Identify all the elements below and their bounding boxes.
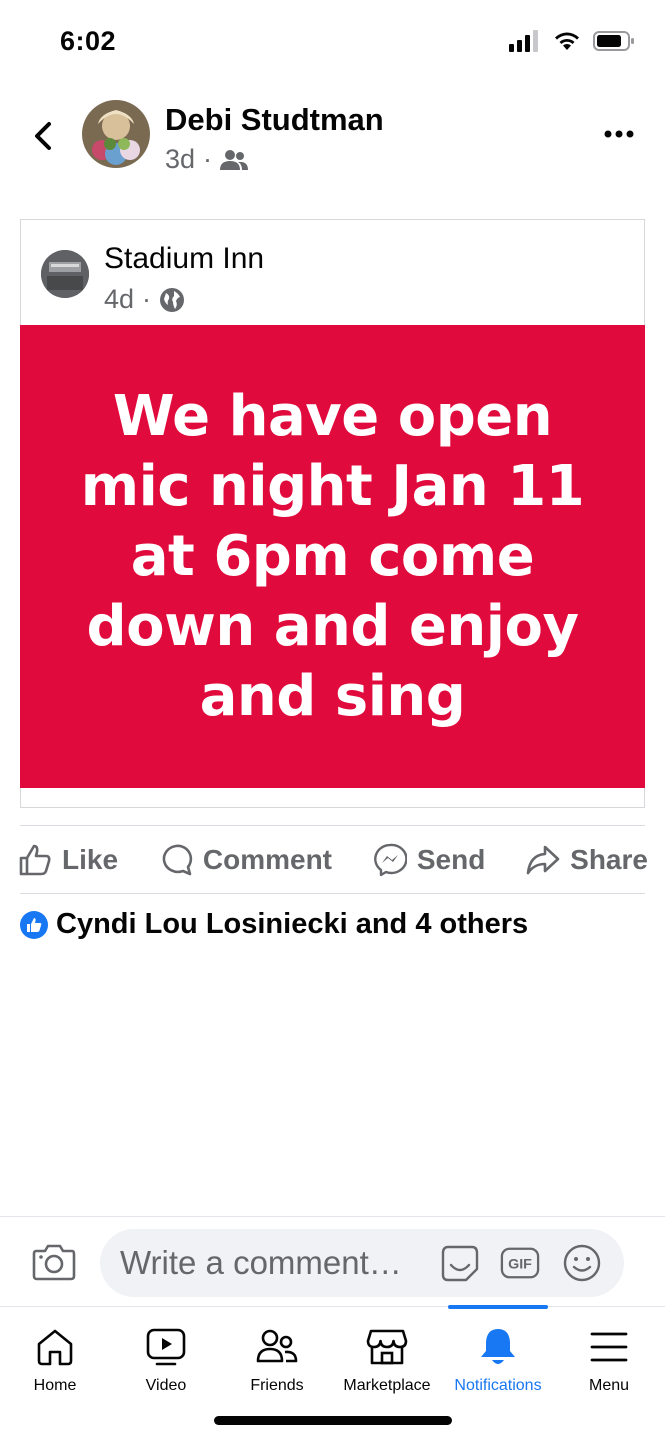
messenger-icon [373, 843, 407, 877]
battery-icon [593, 31, 634, 51]
author-name[interactable]: Debi Studtman [165, 102, 384, 138]
post-header: Debi Studtman 3d · [0, 96, 665, 186]
divider [20, 825, 645, 826]
gif-icon: GIF [500, 1247, 540, 1279]
comment-button[interactable]: Comment [159, 843, 332, 877]
more-options-button[interactable] [599, 122, 639, 146]
page-avatar-image [41, 250, 89, 298]
friends-audience-icon [220, 149, 249, 170]
chevron-left-icon [35, 122, 51, 150]
comment-label: Comment [202, 844, 332, 875]
nav-friends[interactable]: Friends [222, 1325, 332, 1395]
share-button[interactable]: Share [526, 843, 648, 877]
author-avatar-image [82, 100, 150, 168]
page-meta: 4d · [104, 284, 185, 315]
friends-icon [256, 1329, 298, 1363]
status-bar: 6:02 [0, 0, 665, 86]
gif-label: GIF [508, 1257, 532, 1273]
nav-label: Notifications [454, 1377, 542, 1394]
active-tab-indicator [448, 1305, 548, 1309]
more-horizontal-icon [604, 130, 634, 138]
divider [20, 893, 645, 894]
nav-video[interactable]: Video [111, 1325, 221, 1395]
back-button[interactable] [24, 114, 60, 158]
thumbs-up-icon [19, 844, 51, 876]
meta-separator: · [203, 144, 213, 174]
nav-label: Menu [588, 1377, 630, 1394]
shared-post-time[interactable]: 4d [104, 284, 134, 315]
reactions-summary[interactable]: Cyndi Lou Losiniecki and 4 others [20, 908, 528, 941]
avatar-sticker-button[interactable] [440, 1243, 480, 1283]
like-reaction-icon [20, 910, 48, 939]
post-graphic-text: We have open mic night Jan 11 at 6pm com… [80, 383, 585, 729]
emoji-button[interactable] [562, 1243, 602, 1283]
home-indicator [214, 1416, 452, 1425]
post-graphic[interactable]: We have open mic night Jan 11 at 6pm com… [20, 325, 645, 788]
shared-post-card[interactable]: Stadium Inn 4d · We have open mic night … [20, 219, 645, 808]
action-row: Like Comment Send Share [18, 828, 648, 892]
status-time: 6:02 [60, 26, 117, 56]
send-button[interactable]: Send [373, 843, 485, 877]
nav-label: Friends [250, 1377, 304, 1394]
share-label: Share [570, 844, 648, 875]
wifi-icon [555, 32, 579, 50]
video-icon [146, 1328, 186, 1366]
nav-notifications[interactable]: Notifications [443, 1325, 553, 1395]
nav-home[interactable]: Home [0, 1325, 110, 1395]
signal-icon [509, 30, 538, 52]
author-meta: 3d · [165, 144, 249, 175]
author-avatar[interactable] [82, 100, 150, 168]
menu-icon [590, 1332, 628, 1362]
gif-button[interactable]: GIF [500, 1243, 540, 1283]
nav-label: Marketplace [343, 1377, 431, 1394]
meta-separator: · [142, 284, 152, 314]
page-name[interactable]: Stadium Inn [104, 242, 264, 276]
camera-button[interactable] [32, 1243, 76, 1286]
marketplace-icon [366, 1329, 408, 1365]
comment-input-container[interactable]: GIF [100, 1229, 624, 1297]
camera-icon [32, 1244, 76, 1281]
reactions-text: Cyndi Lou Losiniecki and 4 others [56, 908, 529, 940]
like-button[interactable]: Like [18, 843, 118, 877]
share-arrow-icon [526, 845, 560, 875]
home-icon [37, 1329, 73, 1366]
globe-icon [160, 287, 185, 312]
nav-marketplace[interactable]: Marketplace [332, 1325, 442, 1395]
like-label: Like [62, 844, 119, 875]
nav-menu[interactable]: Menu [554, 1325, 664, 1395]
page-avatar[interactable] [41, 250, 89, 298]
shared-post-header: Stadium Inn 4d · [21, 220, 644, 326]
send-label: Send [416, 844, 486, 875]
emoji-smile-icon [563, 1244, 601, 1282]
comment-input[interactable] [120, 1229, 430, 1297]
nav-label: Home [33, 1377, 77, 1394]
comment-bubble-icon [162, 844, 193, 876]
avatar-sticker-icon [441, 1245, 479, 1282]
status-icons [509, 30, 635, 52]
nav-label: Video [145, 1377, 187, 1394]
post-time[interactable]: 3d [165, 144, 195, 175]
bell-icon [481, 1329, 515, 1364]
comment-bar: GIF [0, 1216, 665, 1306]
